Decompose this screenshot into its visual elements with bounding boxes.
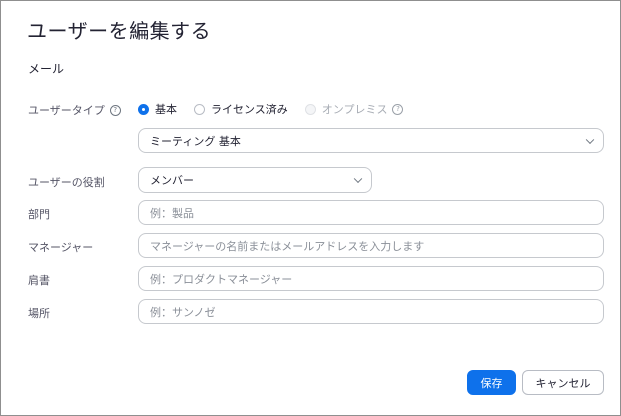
chevron-down-icon (353, 174, 363, 184)
manager-input[interactable]: マネージャーの名前またはメールアドレスを入力します (138, 233, 604, 258)
radio-licensed-label: ライセンス済み (211, 103, 288, 116)
user-type-label: ユーザータイプ (28, 104, 105, 117)
save-button[interactable]: 保存 (467, 370, 516, 395)
chevron-down-icon (585, 135, 595, 144)
department-label: 部門 (28, 208, 50, 221)
role-select[interactable]: メンバー (138, 167, 372, 193)
manager-label: マネージャー (28, 241, 94, 254)
cancel-button[interactable]: キャンセル (522, 370, 604, 395)
info-icon[interactable]: ? (392, 103, 404, 115)
manager-placeholder: マネージャーの名前またはメールアドレスを入力します (150, 239, 425, 253)
edit-user-dialog: ユーザーを編集する メール ユーザータイプ ? 基本 ライセンス済み オンプレミ… (0, 0, 621, 416)
department-placeholder: 例：製品 (150, 206, 194, 220)
email-label: メール (28, 62, 65, 76)
location-input[interactable]: 例：サンノゼ (138, 299, 604, 324)
dialog-title: ユーザーを編集する (27, 19, 212, 43)
plan-select[interactable]: ミーティング 基本 (138, 128, 604, 153)
plan-select-value: ミーティング 基本 (150, 134, 241, 148)
radio-basic[interactable]: 基本 (138, 101, 177, 117)
radio-onpremise-label: オンプレミス (321, 103, 388, 116)
role-label: ユーザーの役割 (28, 176, 105, 189)
radio-onpremise: オンプレミス ? (304, 101, 404, 117)
radio-selected-icon (138, 103, 149, 115)
location-placeholder: 例：サンノゼ (150, 305, 216, 319)
radio-basic-label: 基本 (155, 103, 177, 116)
job-title-placeholder: 例：プロダクトマネージャー (150, 272, 293, 286)
radio-licensed[interactable]: ライセンス済み (194, 101, 288, 117)
radio-unselected-icon (194, 103, 205, 115)
job-title-input[interactable]: 例：プロダクトマネージャー (138, 266, 604, 291)
radio-disabled-icon (304, 103, 316, 115)
role-select-value: メンバー (150, 174, 194, 187)
location-label: 場所 (28, 307, 50, 320)
user-type-radio-group: 基本 ライセンス済み オンプレミス ? (138, 101, 420, 117)
info-icon[interactable]: ? (109, 104, 121, 116)
job-title-label: 肩書 (28, 274, 50, 287)
department-input[interactable]: 例：製品 (138, 200, 604, 225)
user-type-label-group: ユーザータイプ ? (28, 102, 121, 118)
